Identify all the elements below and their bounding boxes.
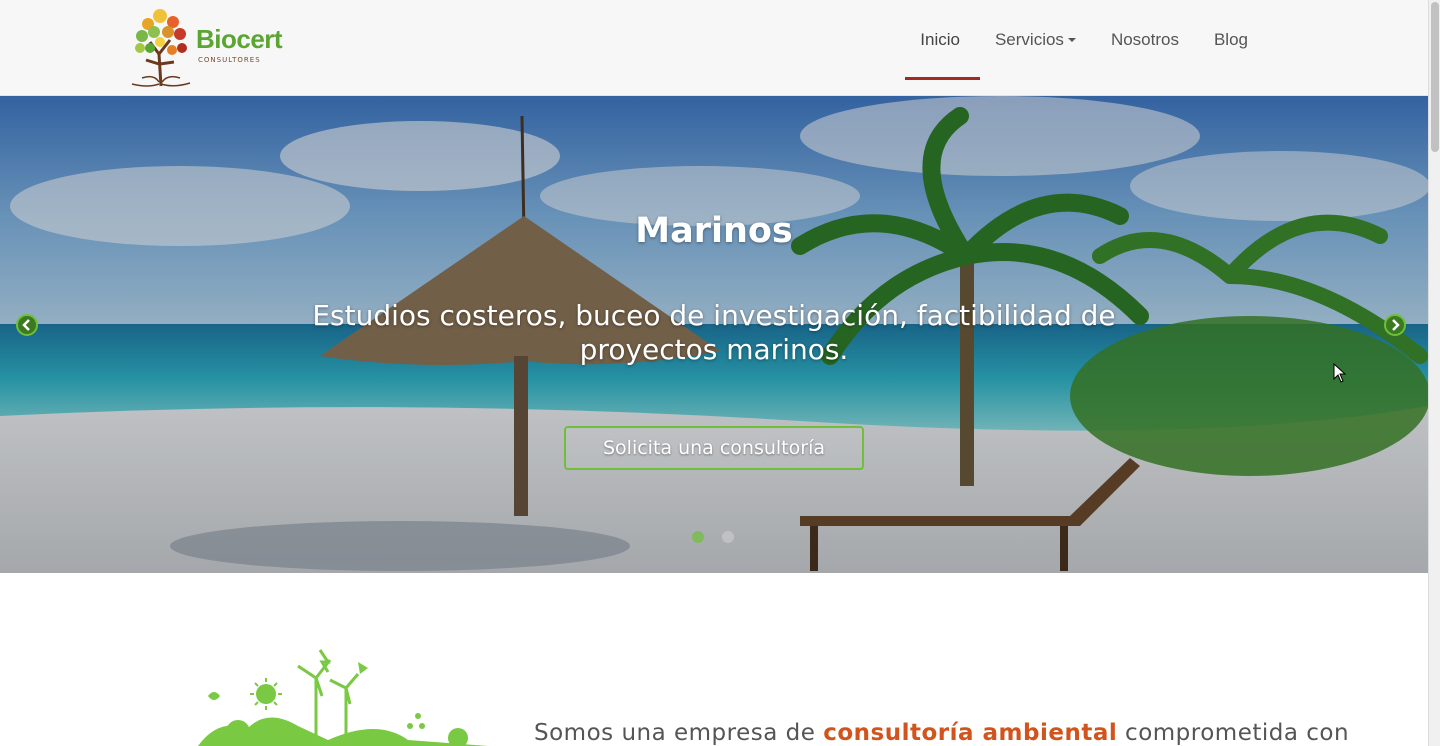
mouse-pointer-icon [1333, 363, 1347, 383]
nav-item-label: Nosotros [1110, 30, 1179, 49]
carousel-indicator-2[interactable] [722, 531, 734, 543]
main-nav: Inicio Servicios Nosotros Blog [905, 0, 1268, 96]
carousel-next-button[interactable] [1384, 314, 1406, 336]
chevron-left-icon [22, 319, 30, 331]
nav-item-nosotros[interactable]: Nosotros [1096, 0, 1199, 80]
scrollbar-thumb[interactable] [1431, 2, 1439, 152]
carousel-prev-button[interactable] [16, 314, 38, 336]
vertical-scrollbar[interactable] [1428, 0, 1440, 746]
nav-item-label: Inicio [920, 30, 960, 49]
carousel-indicator-1[interactable] [692, 531, 704, 543]
page: Biocert CONSULTORES Inicio Servicios Nos… [0, 0, 1440, 746]
tree-logo-icon [131, 9, 191, 87]
site-header: Biocert CONSULTORES Inicio Servicios Nos… [0, 0, 1428, 96]
caret-down-icon [1067, 38, 1076, 42]
brand-name: Biocert [196, 24, 283, 54]
logo[interactable]: Biocert CONSULTORES [128, 4, 308, 90]
carousel-indicators [692, 531, 734, 543]
eco-illustration [198, 649, 488, 746]
brand-tagline: CONSULTORES [198, 56, 261, 64]
nav-item-inicio[interactable]: Inicio [905, 0, 980, 80]
hero-carousel: Marinos Estudios costeros, buceo de inve… [0, 96, 1428, 573]
slide-title: Marinos [635, 211, 793, 251]
chevron-right-icon [1392, 319, 1400, 331]
nav-item-label: Blog [1213, 30, 1248, 49]
request-consultation-button[interactable]: Solicita una consultoría [564, 426, 864, 470]
slide-description: Estudios costeros, buceo de investigació… [312, 299, 1116, 366]
nav-item-label: Servicios [994, 30, 1064, 49]
intro-text-start: Somos una empresa de [534, 720, 824, 746]
intro-text-end: comprometida con [1117, 720, 1350, 746]
nav-item-servicios[interactable]: Servicios [980, 0, 1096, 80]
nav-item-blog[interactable]: Blog [1199, 0, 1268, 80]
intro-text: Somos una empresa de consultoría ambient… [534, 720, 1349, 746]
intro-highlight[interactable]: consultoría ambiental [823, 720, 1117, 746]
